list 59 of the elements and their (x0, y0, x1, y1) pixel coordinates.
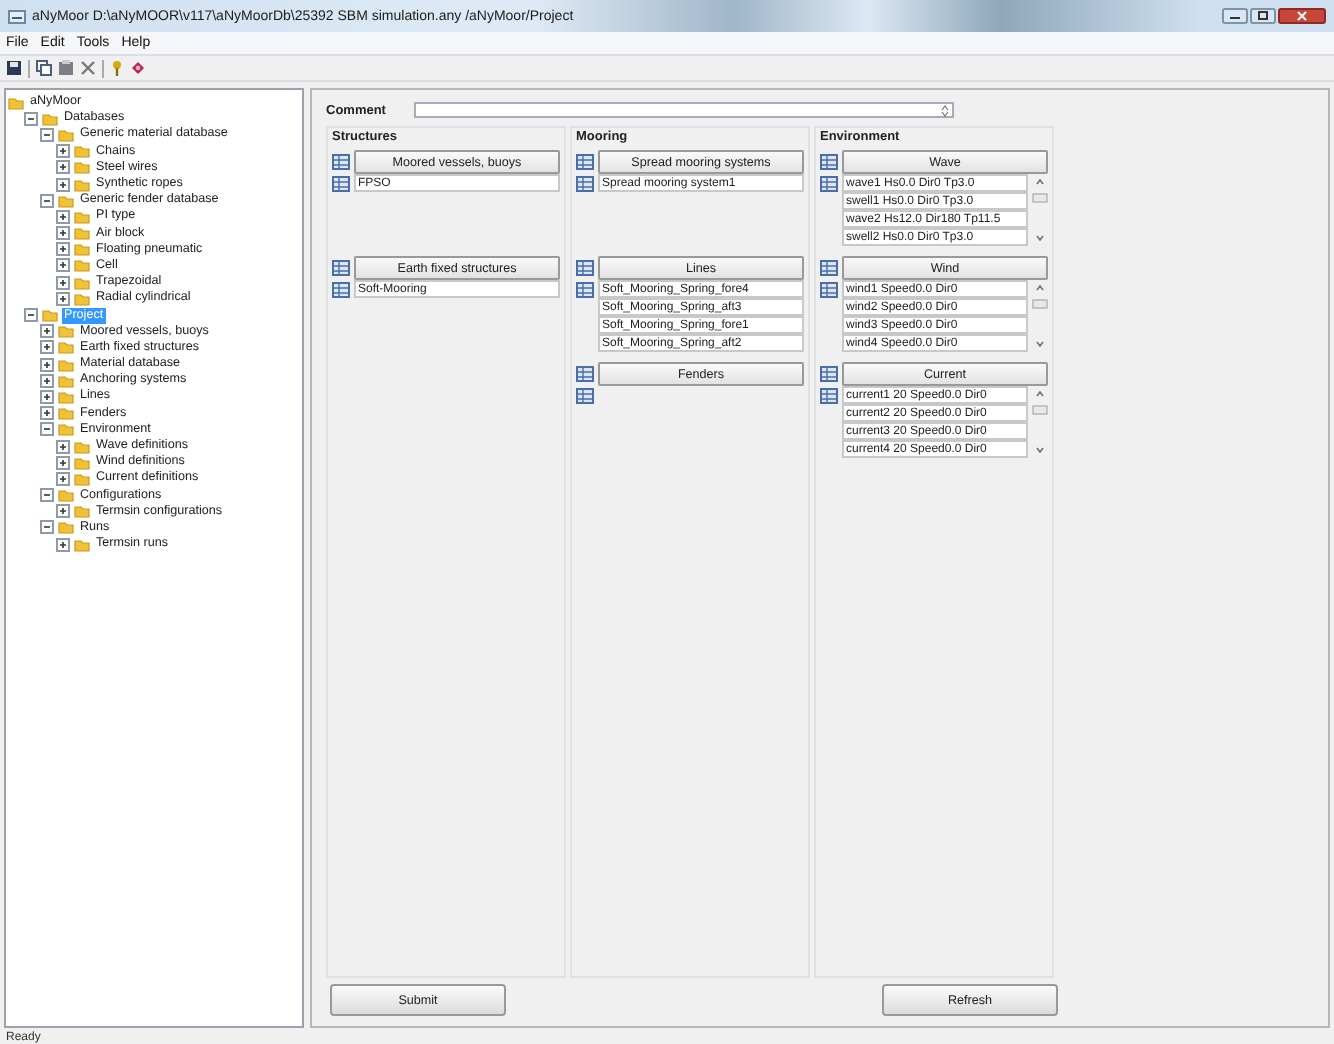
expand-icon[interactable] (40, 373, 54, 388)
expand-icon[interactable] (56, 209, 70, 224)
collapse-icon[interactable] (40, 422, 54, 437)
edit-row-icon[interactable] (820, 175, 838, 191)
copy-icon[interactable] (36, 60, 52, 76)
expand-icon[interactable] (56, 144, 70, 159)
edit-row-icon[interactable] (576, 175, 594, 191)
expand-icon[interactable] (56, 258, 70, 273)
expand-icon[interactable] (40, 406, 54, 421)
expand-icon[interactable] (40, 324, 54, 339)
edit-row-icon[interactable] (332, 281, 350, 297)
add-row-icon[interactable] (576, 260, 594, 276)
key-icon[interactable] (110, 60, 124, 76)
maximize-button[interactable] (1250, 8, 1276, 24)
collapse-icon[interactable] (40, 488, 54, 503)
folder-icon (8, 95, 24, 110)
add-row-icon[interactable] (332, 260, 350, 276)
expand-icon[interactable] (56, 160, 70, 175)
expand-icon[interactable] (56, 275, 70, 290)
expand-icon[interactable] (40, 340, 54, 355)
edit-row-icon[interactable] (576, 387, 594, 403)
scrollbar[interactable] (1032, 386, 1048, 458)
edit-row-icon[interactable] (576, 281, 594, 297)
edit-row-icon[interactable] (332, 175, 350, 191)
expand-icon[interactable] (40, 357, 54, 372)
expand-icon[interactable] (56, 504, 70, 519)
gem-icon[interactable] (130, 60, 146, 76)
close-button[interactable] (1278, 8, 1326, 24)
expand-icon[interactable] (56, 291, 70, 306)
collapse-icon[interactable] (24, 308, 38, 323)
expand-icon[interactable] (56, 455, 70, 470)
expand-icon[interactable] (56, 471, 70, 486)
scrollbar[interactable] (1032, 174, 1048, 246)
scrollbar[interactable] (1032, 280, 1048, 352)
collapse-icon[interactable] (24, 111, 38, 126)
add-row-icon[interactable] (332, 154, 350, 170)
collapse-icon[interactable] (40, 193, 54, 208)
expand-icon[interactable] (56, 537, 70, 552)
spin-icon[interactable] (940, 103, 950, 117)
add-row-icon[interactable] (576, 366, 594, 382)
add-row-icon[interactable] (820, 366, 838, 382)
collapse-icon[interactable] (40, 520, 54, 535)
collapse-icon[interactable] (40, 127, 54, 142)
minimize-button[interactable] (1222, 8, 1248, 24)
save-icon[interactable] (6, 60, 22, 76)
expand-icon[interactable] (56, 242, 70, 257)
expand-icon[interactable] (56, 226, 70, 241)
paste-icon[interactable] (58, 60, 74, 76)
add-row-icon[interactable] (576, 154, 594, 170)
app-icon (8, 8, 26, 24)
edit-row-icon[interactable] (820, 387, 838, 403)
comment-field[interactable] (414, 102, 954, 118)
expand-icon[interactable] (56, 439, 70, 454)
edit-row-icon[interactable] (820, 281, 838, 297)
expand-icon[interactable] (56, 177, 70, 192)
expand-icon[interactable] (40, 389, 54, 404)
delete-icon[interactable] (80, 60, 96, 76)
add-row-icon[interactable] (820, 154, 838, 170)
add-row-icon[interactable] (820, 260, 838, 276)
